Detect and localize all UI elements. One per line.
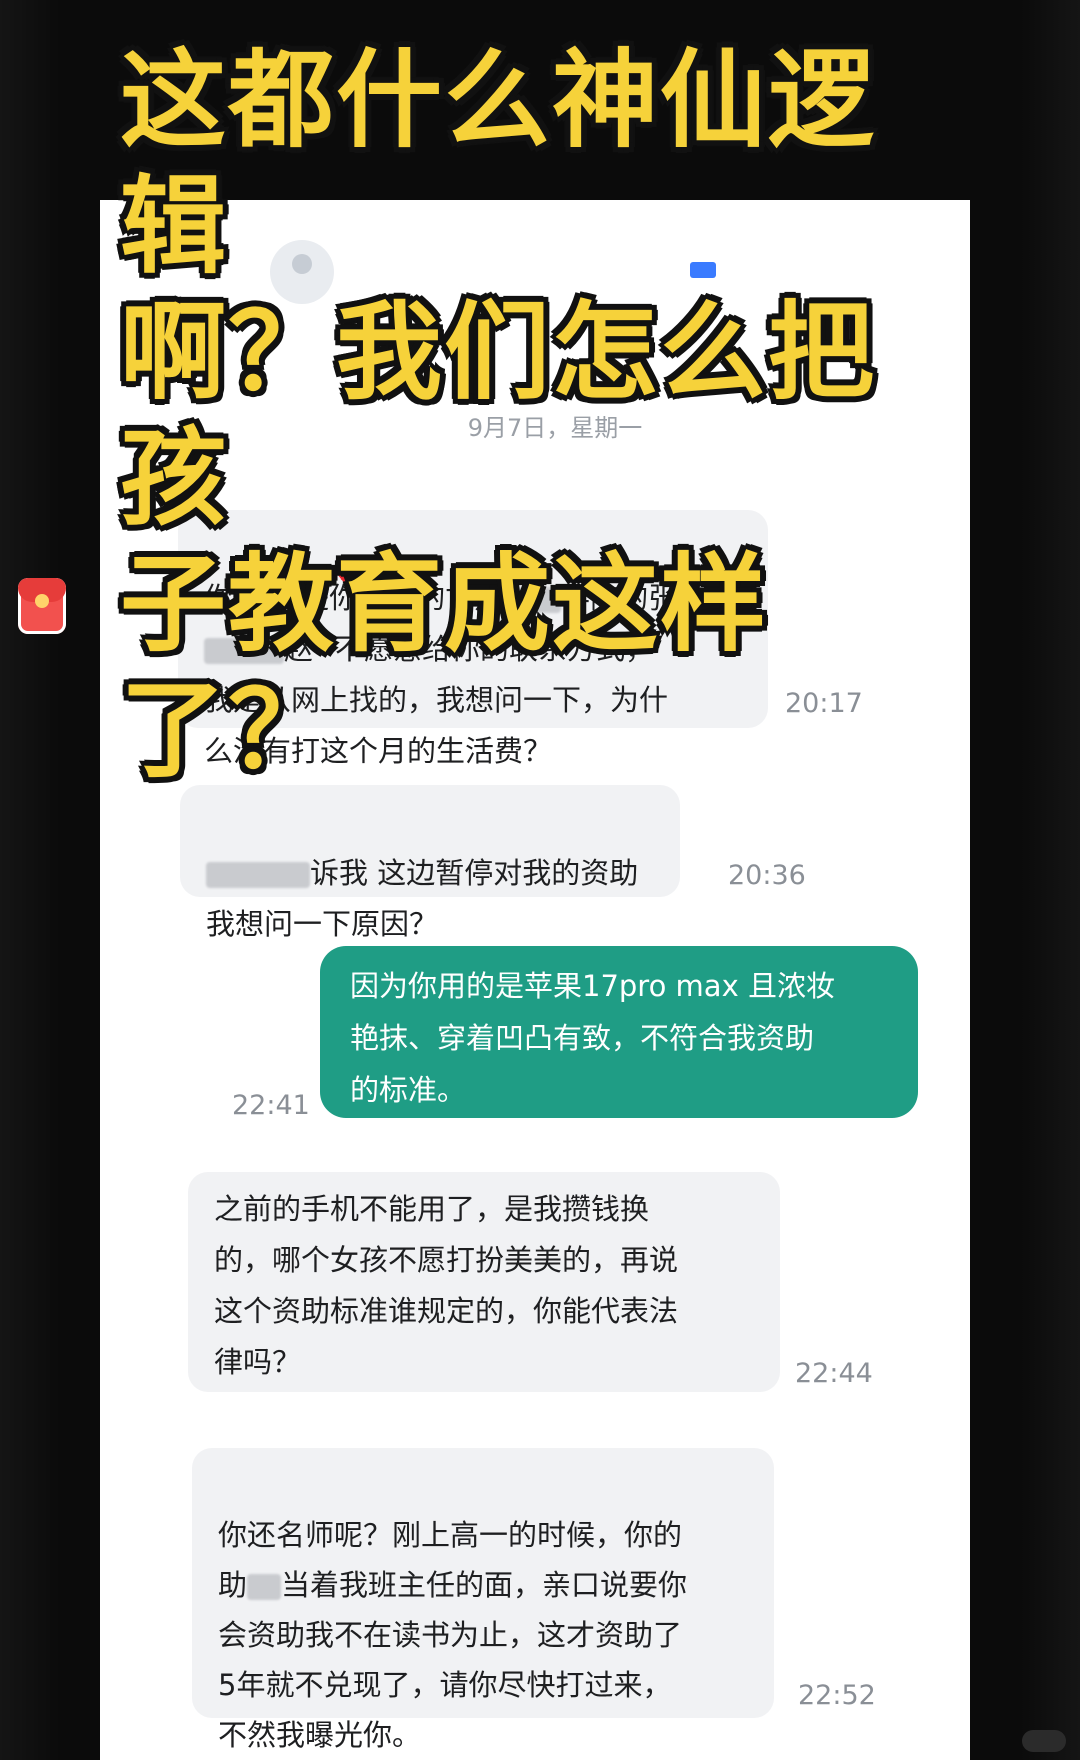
message-text: 当着我班主任的面，亲口说要你 xyxy=(281,1568,688,1602)
message-text: 不然我曝光你。 xyxy=(218,1718,422,1752)
message-timestamp: 20:36 xyxy=(728,860,806,891)
message-text: 诉我 这边暂停对我的资助 xyxy=(310,856,639,890)
headline-line-1: 这都什么神仙逻辑 xyxy=(120,39,876,288)
message-bubble-incoming[interactable]: 你还名师呢？刚上高一的时候，你的助当着我班主任的面，亲口说要你会资助我不在读书为… xyxy=(192,1448,774,1752)
message-text: 你还名师呢？刚上高一的时候，你的 xyxy=(218,1518,683,1552)
redacted-text xyxy=(247,1574,282,1600)
app-logo xyxy=(1022,1730,1066,1752)
message-timestamp: 22:52 xyxy=(798,1680,876,1711)
message-bubble-outgoing[interactable]: 因为你用的是苹果17pro max 且浓妆 艳抹、穿着凹凸有致，不符合我资助 的… xyxy=(320,946,918,1118)
redacted-text xyxy=(206,862,310,888)
screenshot-frame: 这都什么神仙逻辑 啊？我们怎么把孩 子教育成这样了？ 9月7日，星期一 你好 我… xyxy=(0,0,1080,1760)
red-envelope-icon[interactable] xyxy=(18,578,66,634)
message-text: 助 xyxy=(218,1568,248,1602)
message-timestamp: 22:41 xyxy=(232,1090,310,1121)
message-text: 我想问一下原因？ xyxy=(206,907,439,941)
message-bubble-incoming[interactable]: 诉我 这边暂停对我的资助我想问一下原因？ xyxy=(180,785,680,941)
message-bubble-incoming[interactable]: 之前的手机不能用了，是我攒钱换 的，哪个女孩不愿打扮美美的，再说 这个资助标准谁… xyxy=(188,1172,780,1392)
message-text: 5年就不兑现了，请你尽快打过来， xyxy=(218,1668,672,1702)
headline-line-2: 啊？我们怎么把孩 xyxy=(120,291,876,540)
message-timestamp: 22:44 xyxy=(795,1358,873,1389)
headline-line-3: 子教育成这样了？ xyxy=(120,543,768,792)
message-text: 会资助我不在读书为止，这才资助了 xyxy=(218,1618,683,1652)
overlay-headline: 这都什么神仙逻辑 啊？我们怎么把孩 子教育成这样了？ xyxy=(120,38,980,794)
